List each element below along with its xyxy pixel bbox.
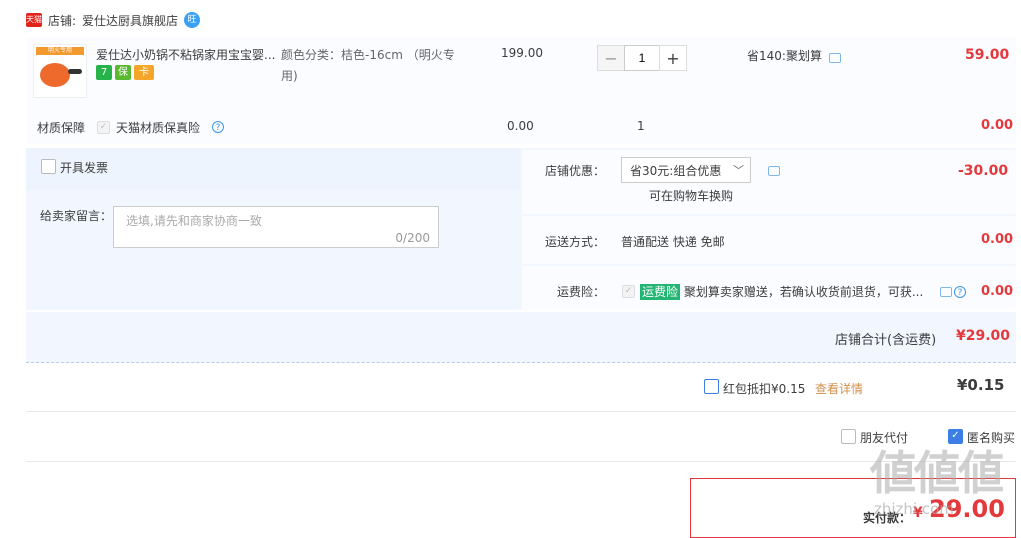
message-label: 给卖家留言： bbox=[40, 209, 113, 223]
discount-row bbox=[522, 150, 1016, 214]
promo-comment-icon[interactable] bbox=[829, 53, 841, 63]
discount-label: 店铺优惠： bbox=[545, 164, 606, 178]
shop-header: 天猫 店铺: 爱仕达厨具旗舰店 旺 bbox=[26, 10, 201, 30]
watermark-logo: 値値値 bbox=[870, 446, 1004, 500]
thumb-banner: 明火专用 bbox=[36, 47, 84, 55]
material-checkbox[interactable]: ✓ bbox=[97, 121, 110, 134]
friend-pay-checkbox[interactable] bbox=[841, 429, 856, 444]
pot-icon bbox=[40, 63, 70, 87]
item-subtotal: 59.00 bbox=[965, 47, 1010, 63]
message-counter: 0/200 bbox=[395, 231, 430, 245]
seller-message-input[interactable]: 选填,请先和商家协商一致 0/200 bbox=[113, 206, 439, 248]
material-help-icon[interactable]: ? bbox=[212, 121, 224, 133]
chevron-down-icon: ﹀ bbox=[733, 164, 744, 177]
credit-card-icon[interactable]: 卡 bbox=[134, 65, 154, 80]
shop-name-link[interactable]: 爱仕达厨具旗舰店 bbox=[82, 12, 178, 29]
material-label: 材质保障 bbox=[37, 121, 86, 135]
shipping-amount: 0.00 bbox=[981, 232, 1014, 247]
pot-handle-icon bbox=[68, 69, 82, 74]
item-price: 199.00 bbox=[501, 46, 543, 60]
material-insurance-name: 天猫材质保真险 bbox=[116, 121, 201, 135]
message-placeholder: 选填,请先和商家协商一致 bbox=[126, 214, 262, 228]
material-qty: 1 bbox=[637, 119, 645, 133]
discount-selected-value: 省30元:组合优惠 bbox=[630, 163, 722, 178]
material-price: 0.00 bbox=[507, 119, 534, 133]
item-spec-line2: 用) bbox=[281, 69, 298, 83]
divider bbox=[26, 461, 1016, 462]
shop-total-amount: ¥29.00 bbox=[956, 328, 1011, 344]
divider bbox=[26, 411, 1016, 412]
item-spec-line1: 颜色分类：桔色-16cm （明火专 bbox=[281, 48, 455, 62]
insurance-text: 运费险 聚划算卖家赠送，若确认收货前退货，可获... bbox=[640, 283, 923, 300]
invoice-label[interactable]: 开具发票 bbox=[60, 159, 108, 176]
insurance-tag: 运费险 bbox=[640, 284, 681, 300]
quantity-stepper: − + bbox=[597, 45, 687, 71]
redpacket-details-link[interactable]: 查看详情 bbox=[815, 380, 863, 397]
insurance-label: 运费险： bbox=[557, 285, 606, 299]
watermark-domain: zhizhi.com bbox=[874, 500, 954, 518]
redpacket-amount: ¥0.15 bbox=[957, 376, 1005, 394]
insurance-amount: 0.00 bbox=[981, 284, 1014, 299]
shop-total-label: 店铺合计(含运费) bbox=[835, 333, 937, 348]
insurance-comment-icon[interactable] bbox=[940, 287, 952, 297]
wangwang-chat-icon[interactable]: 旺 bbox=[184, 12, 201, 28]
insurance-help-icon[interactable]: ? bbox=[954, 286, 966, 298]
material-subtotal: 0.00 bbox=[981, 118, 1014, 133]
qty-input[interactable] bbox=[624, 45, 660, 71]
item-title[interactable]: 爱仕达小奶锅不粘锅家用宝宝婴... bbox=[96, 46, 275, 63]
seven-day-return-icon[interactable]: 7 bbox=[96, 65, 112, 80]
redpacket-checkbox[interactable] bbox=[704, 379, 719, 394]
product-thumbnail[interactable]: 明火专用 bbox=[33, 44, 87, 98]
shop-label: 店铺: bbox=[48, 13, 77, 28]
qty-minus-button[interactable]: − bbox=[597, 45, 625, 71]
discount-note: 可在购物车换购 bbox=[649, 189, 734, 203]
invoice-checkbox[interactable] bbox=[41, 159, 56, 174]
insurance-checkbox[interactable]: ✓ bbox=[622, 285, 635, 298]
discount-select[interactable]: 省30元:组合优惠 ﹀ bbox=[621, 157, 751, 183]
tmall-icon: 天猫 bbox=[26, 13, 42, 27]
discount-comment-icon[interactable] bbox=[768, 166, 780, 176]
qty-plus-button[interactable]: + bbox=[659, 45, 687, 71]
shipping-method: 普通配送 快递 免邮 bbox=[621, 235, 725, 249]
discount-amount: -30.00 bbox=[958, 163, 1009, 179]
insurance-desc: 聚划算卖家赠送，若确认收货前退货，可获... bbox=[683, 285, 924, 299]
guarantee-icon[interactable]: 保 bbox=[115, 65, 131, 80]
item-promo: 省140:聚划算 bbox=[747, 49, 822, 63]
service-tags: 7 保 卡 bbox=[96, 65, 154, 80]
shipping-label: 运送方式： bbox=[545, 235, 606, 249]
redpacket-label: 红包抵扣¥0.15 bbox=[723, 382, 806, 396]
